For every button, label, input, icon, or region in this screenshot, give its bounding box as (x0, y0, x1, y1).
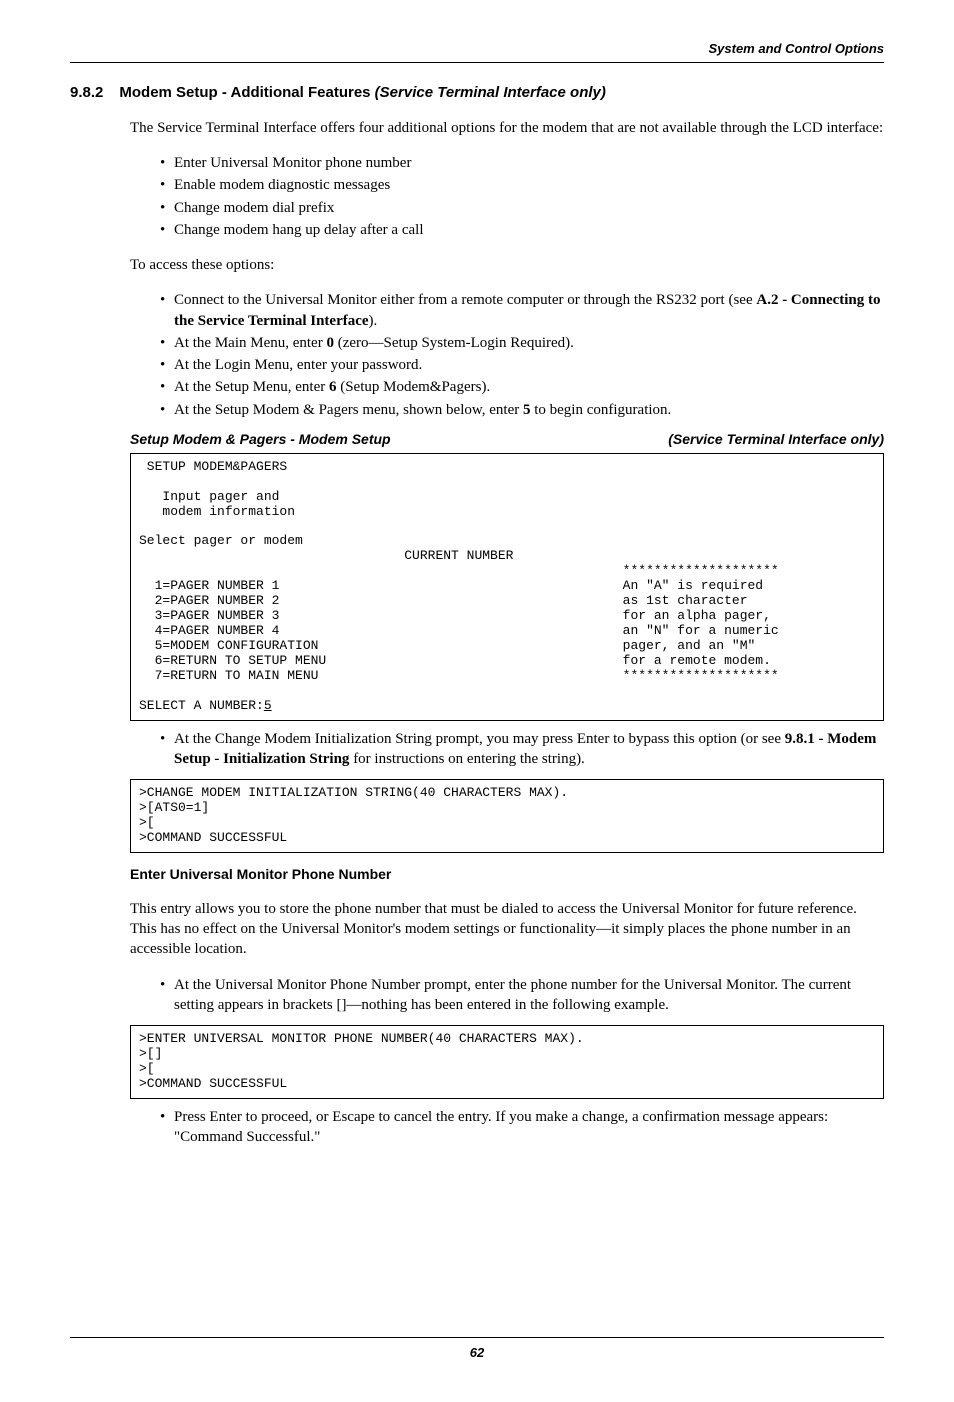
section-title: Modem Setup - Additional Features (Servi… (119, 83, 884, 103)
terminal-text: SETUP MODEM&PAGERS Input pager and modem… (139, 459, 779, 713)
list-item: At the Login Menu, enter your password. (160, 355, 884, 375)
terminal-subheading: Setup Modem & Pagers - Modem Setup (Serv… (130, 430, 884, 449)
subhead-left: Setup Modem & Pagers - Modem Setup (130, 430, 391, 449)
access-steps: Connect to the Universal Monitor either … (130, 290, 884, 420)
terminal-input-underlined: 5 (264, 698, 272, 713)
terminal-block-setup-menu: SETUP MODEM&PAGERS Input pager and modem… (130, 453, 884, 721)
list-item: Change modem dial prefix (160, 198, 884, 218)
running-header: System and Control Options (70, 40, 884, 58)
list-item: At the Setup Modem & Pagers menu, shown … (160, 400, 884, 420)
access-lead: To access these options: (130, 255, 884, 275)
list-item: Connect to the Universal Monitor either … (160, 290, 884, 331)
list-item: Change modem hang up delay after a call (160, 220, 884, 240)
phone-paragraph: This entry allows you to store the phone… (130, 899, 884, 960)
subhead-right: (Service Terminal Interface only) (668, 430, 884, 449)
phone-step-list: At the Universal Monitor Phone Number pr… (130, 975, 884, 1016)
confirm-step-list: Press Enter to proceed, or Escape to can… (130, 1107, 884, 1148)
list-item: At the Main Menu, enter 0 (zero—Setup Sy… (160, 333, 884, 353)
list-item: At the Change Modem Initialization Strin… (160, 729, 884, 770)
list-item: Enter Universal Monitor phone number (160, 153, 884, 173)
after-terminal-note: At the Change Modem Initialization Strin… (130, 729, 884, 770)
page-number: 62 (70, 1344, 884, 1362)
section-heading: 9.8.2 Modem Setup - Additional Features … (70, 83, 884, 103)
feature-list: Enter Universal Monitor phone number Ena… (130, 153, 884, 240)
section-title-italic: (Service Terminal Interface only) (375, 84, 606, 101)
footer-rule (70, 1337, 884, 1338)
intro-paragraph: The Service Terminal Interface offers fo… (130, 118, 884, 138)
header-rule (70, 62, 884, 63)
list-item: At the Universal Monitor Phone Number pr… (160, 975, 884, 1016)
section-title-plain: Modem Setup - Additional Features (119, 84, 374, 101)
list-item: Press Enter to proceed, or Escape to can… (160, 1107, 884, 1148)
terminal-block-init-string: >CHANGE MODEM INITIALIZATION STRING(40 C… (130, 779, 884, 853)
list-item: Enable modem diagnostic messages (160, 175, 884, 195)
list-item: At the Setup Menu, enter 6 (Setup Modem&… (160, 377, 884, 397)
section-number: 9.8.2 (70, 83, 103, 103)
run-in-heading: Enter Universal Monitor Phone Number (130, 865, 884, 884)
terminal-block-phone: >ENTER UNIVERSAL MONITOR PHONE NUMBER(40… (130, 1025, 884, 1099)
